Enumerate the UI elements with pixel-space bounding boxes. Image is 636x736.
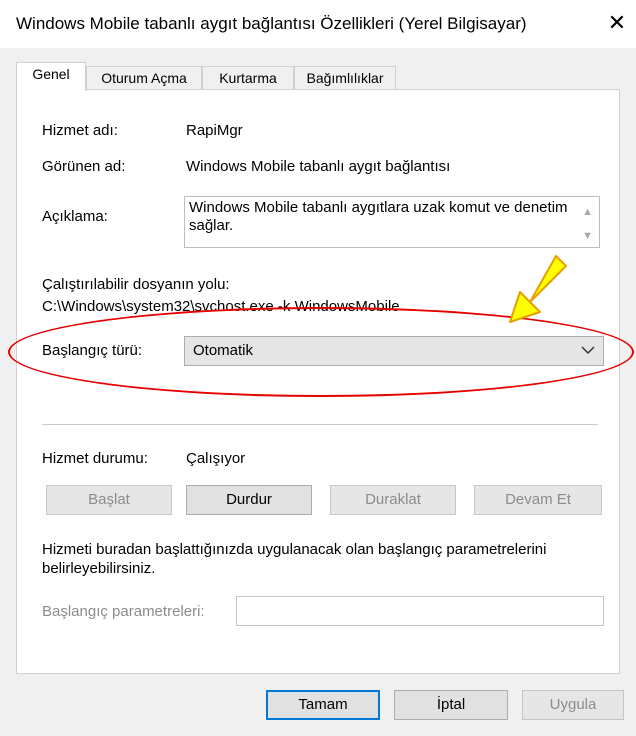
close-icon[interactable]: ✕ [604, 10, 630, 36]
divider [42, 424, 598, 425]
info-text: Hizmeti buradan başlattığınızda uygulana… [42, 541, 547, 577]
description-label: Açıklama: [42, 208, 108, 225]
description-text: Windows Mobile tabanlı aygıtlara uzak ko… [189, 199, 568, 234]
service-name-label: Hizmet adı: [42, 122, 118, 139]
status-value: Çalışıyor [186, 450, 246, 467]
stop-button[interactable]: Durdur [186, 485, 312, 515]
service-name-value: RapiMgr [186, 122, 243, 139]
status-label: Hizmet durumu: [42, 450, 148, 467]
startup-type-label: Başlangıç türü: [42, 342, 143, 359]
chevron-down-icon [581, 346, 595, 355]
scroll-down-icon[interactable]: ▼ [582, 227, 593, 245]
exe-path-value: C:\Windows\system32\svchost.exe -k Windo… [42, 298, 400, 315]
tab-logon[interactable]: Oturum Açma [86, 66, 202, 89]
resume-button[interactable]: Devam Et [474, 485, 602, 515]
startup-type-select[interactable]: Otomatik [184, 336, 604, 366]
start-params-label: Başlangıç parametreleri: [42, 603, 205, 620]
tab-dependencies[interactable]: Bağımlılıklar [294, 66, 396, 89]
apply-button[interactable]: Uygula [522, 690, 624, 720]
pause-button[interactable]: Duraklat [330, 485, 456, 515]
display-name-value: Windows Mobile tabanlı aygıt bağlantısı [186, 158, 451, 175]
window-title: Windows Mobile tabanlı aygıt bağlantısı … [16, 14, 527, 33]
ok-button[interactable]: Tamam [266, 690, 380, 720]
exe-path-label: Çalıştırılabilir dosyanın yolu: [42, 276, 230, 293]
title-bar: Windows Mobile tabanlı aygıt bağlantısı … [0, 0, 636, 48]
start-button[interactable]: Başlat [46, 485, 172, 515]
description-textarea[interactable]: Windows Mobile tabanlı aygıtlara uzak ko… [184, 196, 600, 248]
scroll-up-icon[interactable]: ▲ [582, 203, 593, 221]
tab-general[interactable]: Genel [16, 62, 86, 91]
general-panel [16, 89, 620, 674]
startup-type-value: Otomatik [193, 342, 254, 359]
start-params-input[interactable] [236, 596, 604, 626]
display-name-label: Görünen ad: [42, 158, 126, 175]
cancel-button[interactable]: İptal [394, 690, 508, 720]
tab-recovery[interactable]: Kurtarma [202, 66, 294, 89]
